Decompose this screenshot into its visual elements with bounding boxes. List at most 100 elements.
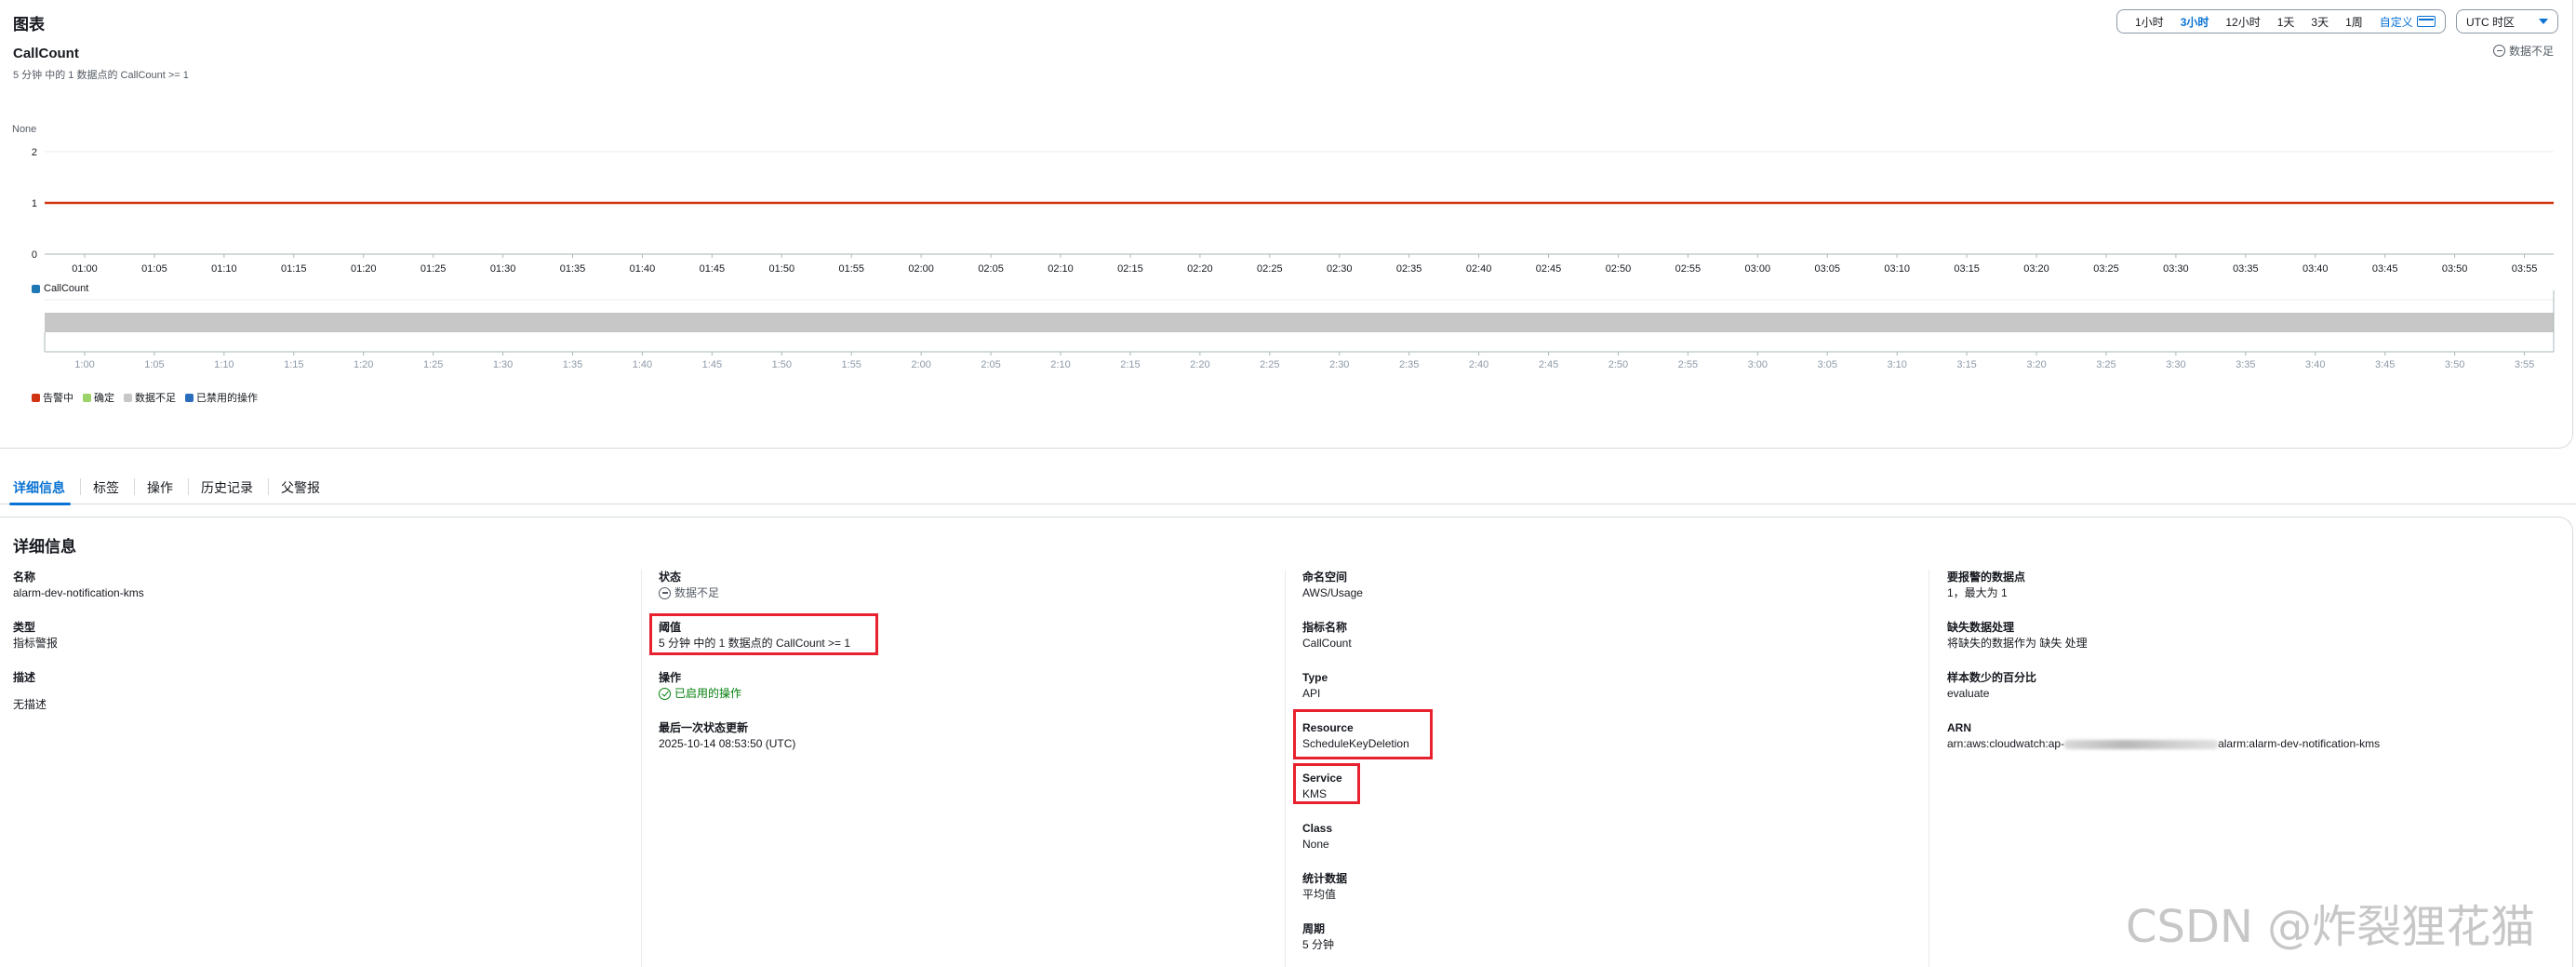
x-tick-label: 03:30 bbox=[2163, 263, 2189, 275]
legend-swatch-alarm bbox=[32, 393, 40, 402]
x-tick-label: 03:40 bbox=[2302, 263, 2329, 275]
x-tick-label: 03:00 bbox=[1745, 263, 1771, 275]
state-x-tick-label: 3:15 bbox=[1956, 359, 1976, 370]
field-description-key: 描述 bbox=[13, 671, 36, 684]
state-x-tick-label: 2:35 bbox=[1399, 359, 1419, 370]
x-tick-label: 02:35 bbox=[1396, 263, 1422, 275]
y-tick-label: 1 bbox=[32, 198, 37, 209]
state-x-tick-label: 2:25 bbox=[1260, 359, 1279, 370]
legend-insufficient: 数据不足 bbox=[135, 393, 176, 404]
state-x-tick-label: 3:45 bbox=[2375, 359, 2395, 370]
y-tick-label: 2 bbox=[32, 147, 37, 158]
x-tick-label: 02:10 bbox=[1048, 263, 1074, 275]
x-tick-label: 02:40 bbox=[1466, 263, 1492, 275]
field-missing-key: 缺失数据处理 bbox=[1947, 621, 2015, 634]
callcount-line-chart: 0 1 2 01:00 01:05 01:10 01:15 01:20 01:25 01:30 01… bbox=[32, 147, 2554, 275]
graph-panel: 图表 CallCount 5 分钟 中的 1 数据点的 CallCount >=… bbox=[0, 0, 2573, 449]
x-tick-label: 01:20 bbox=[351, 263, 377, 275]
state-x-tick-label: 1:40 bbox=[633, 359, 652, 370]
field-actions: 操作 已启用的操作 bbox=[659, 670, 741, 702]
field-actions-value: 已启用的操作 bbox=[659, 685, 741, 702]
tab-details[interactable]: 详细信息 bbox=[0, 471, 80, 505]
details-title: 详细信息 bbox=[13, 538, 76, 556]
tab-history[interactable]: 历史记录 bbox=[188, 471, 268, 504]
state-x-tick-label: 3:25 bbox=[2096, 359, 2116, 370]
x-tick-label: 01:05 bbox=[141, 263, 167, 275]
state-x-tick-label: 1:30 bbox=[493, 359, 513, 370]
field-low-sample-percentile: 样本数少的百分比 evaluate bbox=[1947, 670, 2036, 702]
actions-text: 已启用的操作 bbox=[674, 687, 742, 700]
detail-tabs: 详细信息 标签 操作 历史记录 父警报 bbox=[0, 471, 2576, 505]
field-dimension-type: Type API bbox=[1302, 670, 1328, 702]
check-circle-icon bbox=[659, 687, 671, 700]
line-legend: CallCount bbox=[32, 283, 88, 294]
minus-circle-icon bbox=[659, 586, 671, 599]
tab-tags[interactable]: 标签 bbox=[80, 471, 134, 504]
state-x-tick-label: 2:10 bbox=[1050, 359, 1070, 370]
field-arn-value[interactable]: arn:aws:cloudwatch:ap-alarm:alarm-dev-no… bbox=[1947, 735, 2380, 752]
legend-ok: 确定 bbox=[94, 393, 114, 404]
watermark: CSDN @炸裂狸花猫 bbox=[2126, 901, 2536, 953]
legend-alarm: 告警中 bbox=[43, 393, 73, 404]
field-type-key: 类型 bbox=[13, 621, 36, 634]
state-text: 数据不足 bbox=[674, 586, 720, 599]
field-last-update: 最后一次状态更新 2025-10-14 08:53:50 (UTC) bbox=[659, 720, 795, 752]
field-period-key: 周期 bbox=[1302, 922, 1326, 935]
state-x-tick-label: 3:55 bbox=[2515, 359, 2534, 370]
state-x-tick-label: 1:20 bbox=[354, 359, 373, 370]
y-unit-label: None bbox=[12, 124, 36, 135]
field-arn-key: ARN bbox=[1947, 721, 1971, 734]
field-resource-key: Resource bbox=[1302, 721, 1354, 734]
state-bar-insufficient bbox=[45, 313, 2554, 332]
x-tick-label: 01:15 bbox=[281, 263, 307, 275]
x-tick-label: 01:45 bbox=[700, 263, 726, 275]
state-x-tick-label: 1:55 bbox=[842, 359, 861, 370]
legend-callcount[interactable]: CallCount bbox=[44, 283, 88, 294]
state-x-tick-label: 2:50 bbox=[1608, 359, 1628, 370]
state-x-tick-label: 2:15 bbox=[1120, 359, 1140, 370]
state-x-tick-label: 1:05 bbox=[144, 359, 164, 370]
field-namespace-value: AWS/Usage bbox=[1302, 586, 1363, 599]
legend-swatch-callcount bbox=[32, 284, 40, 293]
chart-canvas: None 0 1 2 01:00 01:05 01:10 01:15 01:20 01:25 01… bbox=[12, 124, 2555, 370]
tab-actions[interactable]: 操作 bbox=[134, 471, 188, 504]
tab-parent-alarm[interactable]: 父警报 bbox=[268, 471, 335, 504]
field-threshold: 阈值 5 分钟 中的 1 数据点的 CallCount >= 1 bbox=[659, 620, 850, 651]
state-x-tick-label: 1:00 bbox=[74, 359, 94, 370]
field-namespace: 命名空间 AWS/Usage bbox=[1302, 570, 1363, 601]
state-x-tick-label: 2:45 bbox=[1539, 359, 1558, 370]
state-x-tick-label: 1:10 bbox=[214, 359, 234, 370]
x-tick-label: 03:15 bbox=[1954, 263, 1980, 275]
field-type-value: 指标警报 bbox=[13, 637, 59, 650]
x-tick-label: 02:25 bbox=[1257, 263, 1283, 275]
field-description: 描述 无描述 bbox=[13, 670, 47, 713]
field-statistic-value: 平均值 bbox=[1302, 888, 1337, 901]
field-statistic: 统计数据 平均值 bbox=[1302, 871, 1347, 903]
field-state: 状态 数据不足 bbox=[659, 570, 719, 601]
state-legend: 告警中 确定 数据不足 已禁用的操作 bbox=[32, 390, 258, 405]
state-x-tick-label: 3:35 bbox=[2236, 359, 2255, 370]
field-state-value: 数据不足 bbox=[659, 584, 719, 601]
field-service: Service KMS bbox=[1302, 771, 1342, 802]
x-tick-label: 02:55 bbox=[1675, 263, 1702, 275]
x-tick-label: 02:30 bbox=[1327, 263, 1353, 275]
field-namespace-key: 命名空间 bbox=[1302, 571, 1348, 584]
x-tick-label: 03:35 bbox=[2233, 263, 2259, 275]
x-tick-label: 03:50 bbox=[2442, 263, 2468, 275]
x-tick-label: 01:55 bbox=[838, 263, 864, 275]
x-tick-label: 02:00 bbox=[908, 263, 934, 275]
field-resource-value: ScheduleKeyDeletion bbox=[1302, 737, 1409, 750]
state-x-tick-label: 3:30 bbox=[2166, 359, 2185, 370]
state-x-tick-label: 3:10 bbox=[1887, 359, 1906, 370]
state-x-tick-label: 3:20 bbox=[2026, 359, 2046, 370]
field-service-key: Service bbox=[1302, 772, 1342, 785]
field-resource: Resource ScheduleKeyDeletion bbox=[1302, 720, 1409, 752]
state-x-tick-label: 3:40 bbox=[2305, 359, 2325, 370]
arn-suffix: alarm:alarm-dev-notification-kms bbox=[2218, 737, 2381, 750]
field-class: Class None bbox=[1302, 821, 1332, 853]
field-service-value: KMS bbox=[1302, 787, 1328, 800]
field-arn: ARN arn:aws:cloudwatch:ap-alarm:alarm-de… bbox=[1947, 720, 2380, 752]
y-tick-label: 0 bbox=[32, 249, 37, 261]
state-x-tick-label: 2:30 bbox=[1329, 359, 1349, 370]
state-x-tick-label: 2:40 bbox=[1469, 359, 1488, 370]
